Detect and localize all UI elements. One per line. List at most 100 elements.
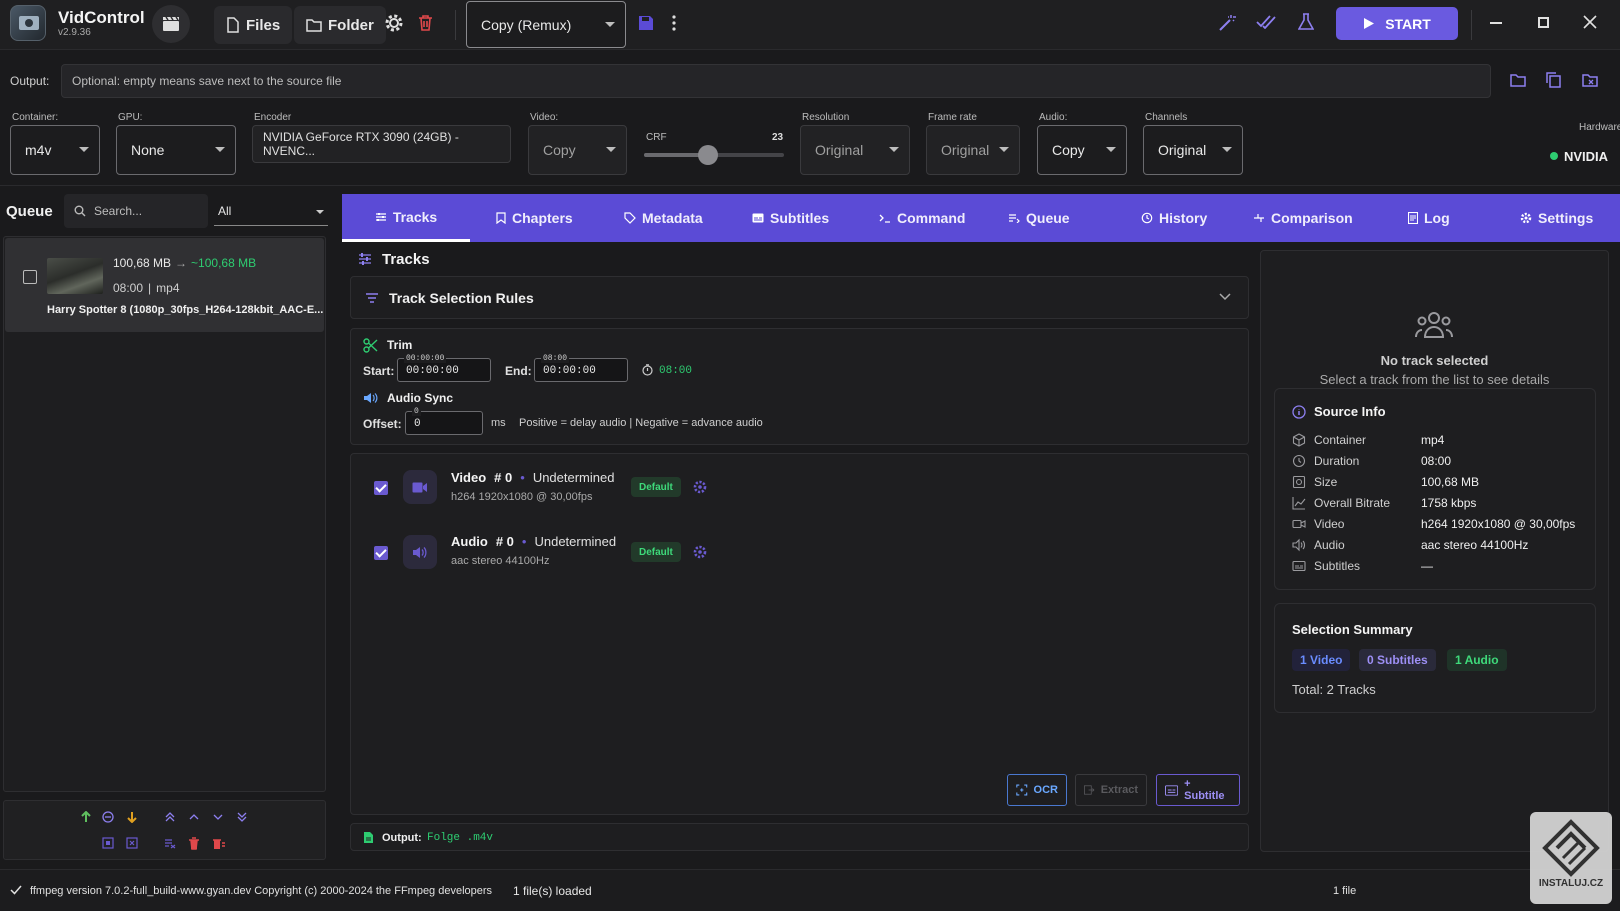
move-down-icon[interactable] xyxy=(126,811,138,823)
copy-output-button[interactable] xyxy=(1546,72,1561,88)
remove-circle-icon[interactable] xyxy=(102,811,114,823)
file-count: 1 file xyxy=(1333,885,1357,897)
container-select[interactable]: m4v xyxy=(10,125,100,175)
summary-audio-badge: 1 Audio xyxy=(1447,649,1507,671)
hardware-status-dot xyxy=(1550,152,1558,160)
clear-list-icon[interactable] xyxy=(164,837,176,849)
track-rules-panel[interactable]: Track Selection Rules xyxy=(350,276,1249,319)
save-preset-button[interactable] xyxy=(638,15,654,31)
clear-button[interactable] xyxy=(418,14,433,31)
output-path-input[interactable] xyxy=(61,64,1491,98)
trim-start-input[interactable]: 00:00:00 00:00:00 xyxy=(397,354,491,382)
audio-codec-select[interactable]: Copy xyxy=(1037,125,1127,175)
ocr-button[interactable]: OCR xyxy=(1007,774,1067,806)
video-icon xyxy=(1292,519,1306,529)
trim-start-label: Start: xyxy=(363,364,395,378)
move-top-icon[interactable] xyxy=(164,811,176,823)
queue-filter-select[interactable]: All xyxy=(214,196,328,226)
video-codec-select[interactable]: Copy xyxy=(528,125,627,175)
gpu-select[interactable]: None xyxy=(116,125,236,175)
chevron-down-icon[interactable] xyxy=(212,811,224,823)
track-type: Video xyxy=(451,470,487,485)
tab-command[interactable]: Command xyxy=(879,194,965,242)
more-vertical-icon xyxy=(672,15,676,31)
minimize-button[interactable] xyxy=(1490,22,1502,24)
folder-button[interactable]: Folder xyxy=(294,6,386,44)
tab-comparison[interactable]: Comparison xyxy=(1253,194,1353,242)
gear-icon[interactable] xyxy=(693,480,707,494)
ffmpeg-version: ffmpeg version 7.0.2-full_build-www.gyan… xyxy=(30,885,493,897)
files-button[interactable]: Files xyxy=(214,6,293,44)
export-icon xyxy=(1084,785,1095,795)
browse-output-button[interactable] xyxy=(1510,73,1527,87)
queue-item-checkbox[interactable] xyxy=(23,270,37,284)
title-bar: VidControl v2.9.36 Files Folder Copy (Re… xyxy=(0,0,1620,50)
move-up-icon[interactable] xyxy=(80,811,92,823)
maximize-button[interactable] xyxy=(1538,17,1549,28)
track-number: # 0 xyxy=(494,470,513,485)
preset-select[interactable]: Copy (Remux) xyxy=(466,1,626,48)
test-button[interactable] xyxy=(1298,13,1314,31)
chevron-down-icon[interactable] xyxy=(1219,293,1231,301)
video-track-icon-box xyxy=(403,470,437,504)
queue-filter-value: All xyxy=(218,204,232,218)
queue-search[interactable]: Search... xyxy=(64,194,208,228)
close-button[interactable] xyxy=(1583,15,1597,29)
queue-item[interactable]: 100,68 MB → ~100,68 MB 08:00 | mp4 Harry… xyxy=(5,238,324,332)
gear-icon xyxy=(1520,212,1532,224)
magic-wand-button[interactable] xyxy=(1218,14,1236,32)
channels-select[interactable]: Original xyxy=(1143,125,1243,175)
move-bottom-icon[interactable] xyxy=(236,811,248,823)
hardware-value: NVIDIA xyxy=(1564,149,1609,164)
trim-end-input[interactable]: 08:00 00:00:00 xyxy=(534,354,628,382)
clear-output-button[interactable] xyxy=(1582,73,1599,88)
offset-input[interactable]: 00 xyxy=(405,407,483,435)
tab-subtitles[interactable]: Subtitles xyxy=(752,194,829,242)
video-track-checkbox[interactable] xyxy=(374,481,388,495)
gear-icon[interactable] xyxy=(693,545,707,559)
select-all-icon[interactable] xyxy=(102,837,114,849)
filter-icon xyxy=(366,293,378,303)
resolution-select[interactable]: Original xyxy=(800,125,910,175)
audio-track-checkbox[interactable] xyxy=(374,546,388,560)
crf-slider-track[interactable] xyxy=(644,145,784,165)
tab-log[interactable]: Log xyxy=(1408,194,1450,242)
tab-queue[interactable]: Queue xyxy=(1008,194,1070,242)
track-language: Undetermined xyxy=(534,534,617,549)
tab-tracks[interactable]: Tracks xyxy=(342,194,470,242)
tab-chapters[interactable]: Chapters xyxy=(496,194,573,242)
crf-slider-thumb[interactable] xyxy=(698,145,719,165)
delete-all-icon[interactable] xyxy=(212,837,226,850)
trim-duration: 08:00 xyxy=(659,365,693,377)
validate-button[interactable] xyxy=(1256,15,1276,29)
delete-icon[interactable] xyxy=(188,837,200,850)
tab-metadata[interactable]: Metadata xyxy=(624,194,703,242)
audio-track-icon-box xyxy=(403,535,437,569)
encoder-select[interactable]: NVIDIA GeForce RTX 3090 (24GB) - NVENC..… xyxy=(252,125,511,163)
bookmark-icon xyxy=(496,212,506,224)
source-key: Audio xyxy=(1314,538,1345,552)
app-name: VidControl xyxy=(58,8,145,27)
summary-total: Total: 2 Tracks xyxy=(1292,682,1376,697)
start-button[interactable]: START xyxy=(1336,7,1458,40)
chevron-up-icon[interactable] xyxy=(188,811,200,823)
tab-history[interactable]: History xyxy=(1141,194,1207,242)
file-icon xyxy=(227,17,239,33)
folder-open-icon xyxy=(1510,74,1526,87)
tab-settings[interactable]: Settings xyxy=(1520,194,1593,242)
add-subtitle-button[interactable]: + Subtitle xyxy=(1156,774,1240,806)
media-button[interactable] xyxy=(152,5,190,43)
framerate-select[interactable]: Original xyxy=(926,125,1020,175)
disk-icon xyxy=(1292,475,1306,489)
tag-icon xyxy=(624,212,636,224)
source-value: mp4 xyxy=(1421,433,1445,447)
tab-label: History xyxy=(1159,210,1208,226)
framerate-value: Original xyxy=(941,142,990,158)
trash-icon xyxy=(419,15,432,31)
settings-gear-button[interactable] xyxy=(384,13,404,33)
extract-button[interactable]: Extract xyxy=(1075,774,1147,806)
deselect-icon[interactable] xyxy=(126,837,138,849)
more-menu-button[interactable] xyxy=(672,15,676,31)
track-number: # 0 xyxy=(495,534,514,549)
compare-icon xyxy=(1254,214,1264,222)
